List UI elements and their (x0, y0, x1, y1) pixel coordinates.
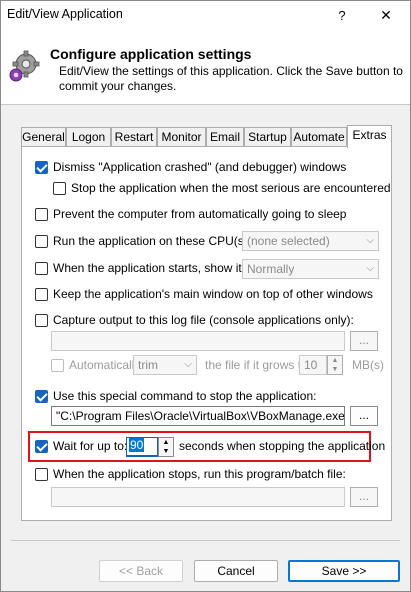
tab-restart[interactable]: Restart (111, 127, 157, 147)
tab-extras[interactable]: Extras (347, 125, 392, 148)
help-button[interactable]: ? (320, 1, 364, 29)
edit-view-application-window: Edit/View Application ? ✕ Configure appl… (0, 0, 411, 592)
show-it-option[interactable]: When the application starts, show it: (35, 261, 245, 275)
tab-monitor[interactable]: Monitor (157, 127, 206, 147)
auto-trim-option[interactable]: Automatically (51, 358, 140, 372)
keep-on-top-label: Keep the application's main window on to… (53, 287, 373, 301)
chevron-down-icon: ⌵ (184, 359, 192, 370)
header-description: Edit/View the settings of this applicati… (59, 64, 403, 93)
stop-program-input[interactable] (51, 487, 345, 507)
footer-separator (11, 540, 400, 541)
dismiss-crash-checkbox[interactable] (35, 160, 48, 174)
auto-trim-label: Automatically (69, 358, 141, 372)
run-on-cpus-option[interactable]: Run the application on these CPU(s): (35, 234, 251, 248)
trim-mode-value: trim (138, 358, 158, 372)
auto-trim-checkbox[interactable] (51, 358, 64, 372)
prevent-sleep-label: Prevent the computer from automatically … (53, 207, 347, 221)
capture-output-checkbox[interactable] (35, 313, 48, 327)
wait-for-option[interactable]: Wait for up to: (35, 439, 127, 453)
cpu-select-value: (none selected) (247, 234, 330, 248)
show-mode-value: Normally (247, 262, 295, 276)
show-it-checkbox[interactable] (35, 261, 48, 275)
special-stop-option[interactable]: Use this special command to stop the app… (35, 389, 316, 403)
keep-on-top-option[interactable]: Keep the application's main window on to… (35, 287, 373, 301)
back-button[interactable]: << Back (99, 560, 183, 582)
prevent-sleep-option[interactable]: Prevent the computer from automatically … (35, 207, 346, 221)
cpu-select[interactable]: (none selected) ⌵ (242, 231, 379, 251)
wait-for-checkbox[interactable] (35, 439, 48, 453)
stop-command-input[interactable]: "C:\Program Files\Oracle\VirtualBox\VBox… (51, 406, 345, 426)
title-bar: Edit/View Application ? ✕ (1, 1, 410, 29)
log-file-input[interactable] (51, 331, 345, 351)
trim-size-spinner[interactable]: ▲ ▼ (327, 355, 343, 375)
prevent-sleep-checkbox[interactable] (35, 207, 48, 221)
run-on-cpus-label: Run the application on these CPU(s): (53, 234, 252, 248)
trim-mode-select[interactable]: trim ⌵ (133, 355, 197, 375)
tab-general[interactable]: General (21, 127, 66, 147)
window-title: Edit/View Application (7, 7, 123, 21)
header-panel: Configure application settings Edit/View… (1, 29, 410, 105)
dismiss-crash-option[interactable]: Dismiss "Application crashed" (and debug… (35, 160, 346, 174)
show-mode-select[interactable]: Normally ⌵ (242, 259, 379, 279)
stop-on-serious-checkbox[interactable] (53, 181, 66, 195)
capture-output-label: Capture output to this log file (console… (53, 313, 354, 327)
run-on-cpus-checkbox[interactable] (35, 234, 48, 248)
show-it-label: When the application starts, show it: (53, 261, 246, 275)
trim-unit-label: MB(s) (352, 358, 384, 372)
wait-for-label: Wait for up to: (53, 439, 128, 453)
wait-seconds-value: 90 (129, 438, 145, 452)
header-title: Configure application settings (50, 46, 252, 62)
cancel-button[interactable]: Cancel (194, 560, 278, 582)
wait-seconds-suffix: seconds when stopping the application (179, 439, 386, 453)
stop-program-browse-button[interactable]: ... (350, 487, 378, 507)
chevron-down-icon: ⌵ (366, 235, 374, 246)
capture-output-option[interactable]: Capture output to this log file (console… (35, 313, 354, 327)
tab-logon[interactable]: Logon (66, 127, 111, 147)
dismiss-crash-label: Dismiss "Application crashed" (and debug… (53, 160, 347, 174)
wait-seconds-spinner[interactable]: ▲ ▼ (158, 437, 174, 457)
log-file-browse-button[interactable]: ... (350, 331, 378, 351)
save-button[interactable]: Save >> (288, 560, 400, 582)
chevron-down-icon: ⌵ (366, 263, 374, 274)
trim-size-input[interactable]: 10 (299, 355, 327, 375)
run-on-stop-option[interactable]: When the application stops, run this pro… (35, 467, 346, 481)
stop-on-serious-label: Stop the application when the most serio… (71, 181, 391, 195)
gear-icon (9, 50, 40, 82)
trim-condition-label: the file if it grows to (205, 358, 308, 372)
stop-command-browse-button[interactable]: ... (350, 406, 378, 426)
tab-startup[interactable]: Startup (244, 127, 291, 147)
run-on-stop-label: When the application stops, run this pro… (53, 467, 346, 481)
keep-on-top-checkbox[interactable] (35, 287, 48, 301)
tab-email[interactable]: Email (206, 127, 244, 147)
wait-seconds-input[interactable]: 90 (126, 437, 158, 457)
special-stop-checkbox[interactable] (35, 389, 48, 403)
tab-automate[interactable]: Automate (291, 127, 347, 147)
special-stop-label: Use this special command to stop the app… (53, 389, 317, 403)
stop-on-serious-option[interactable]: Stop the application when the most serio… (53, 181, 391, 195)
run-on-stop-checkbox[interactable] (35, 467, 48, 481)
close-button[interactable]: ✕ (364, 1, 408, 29)
